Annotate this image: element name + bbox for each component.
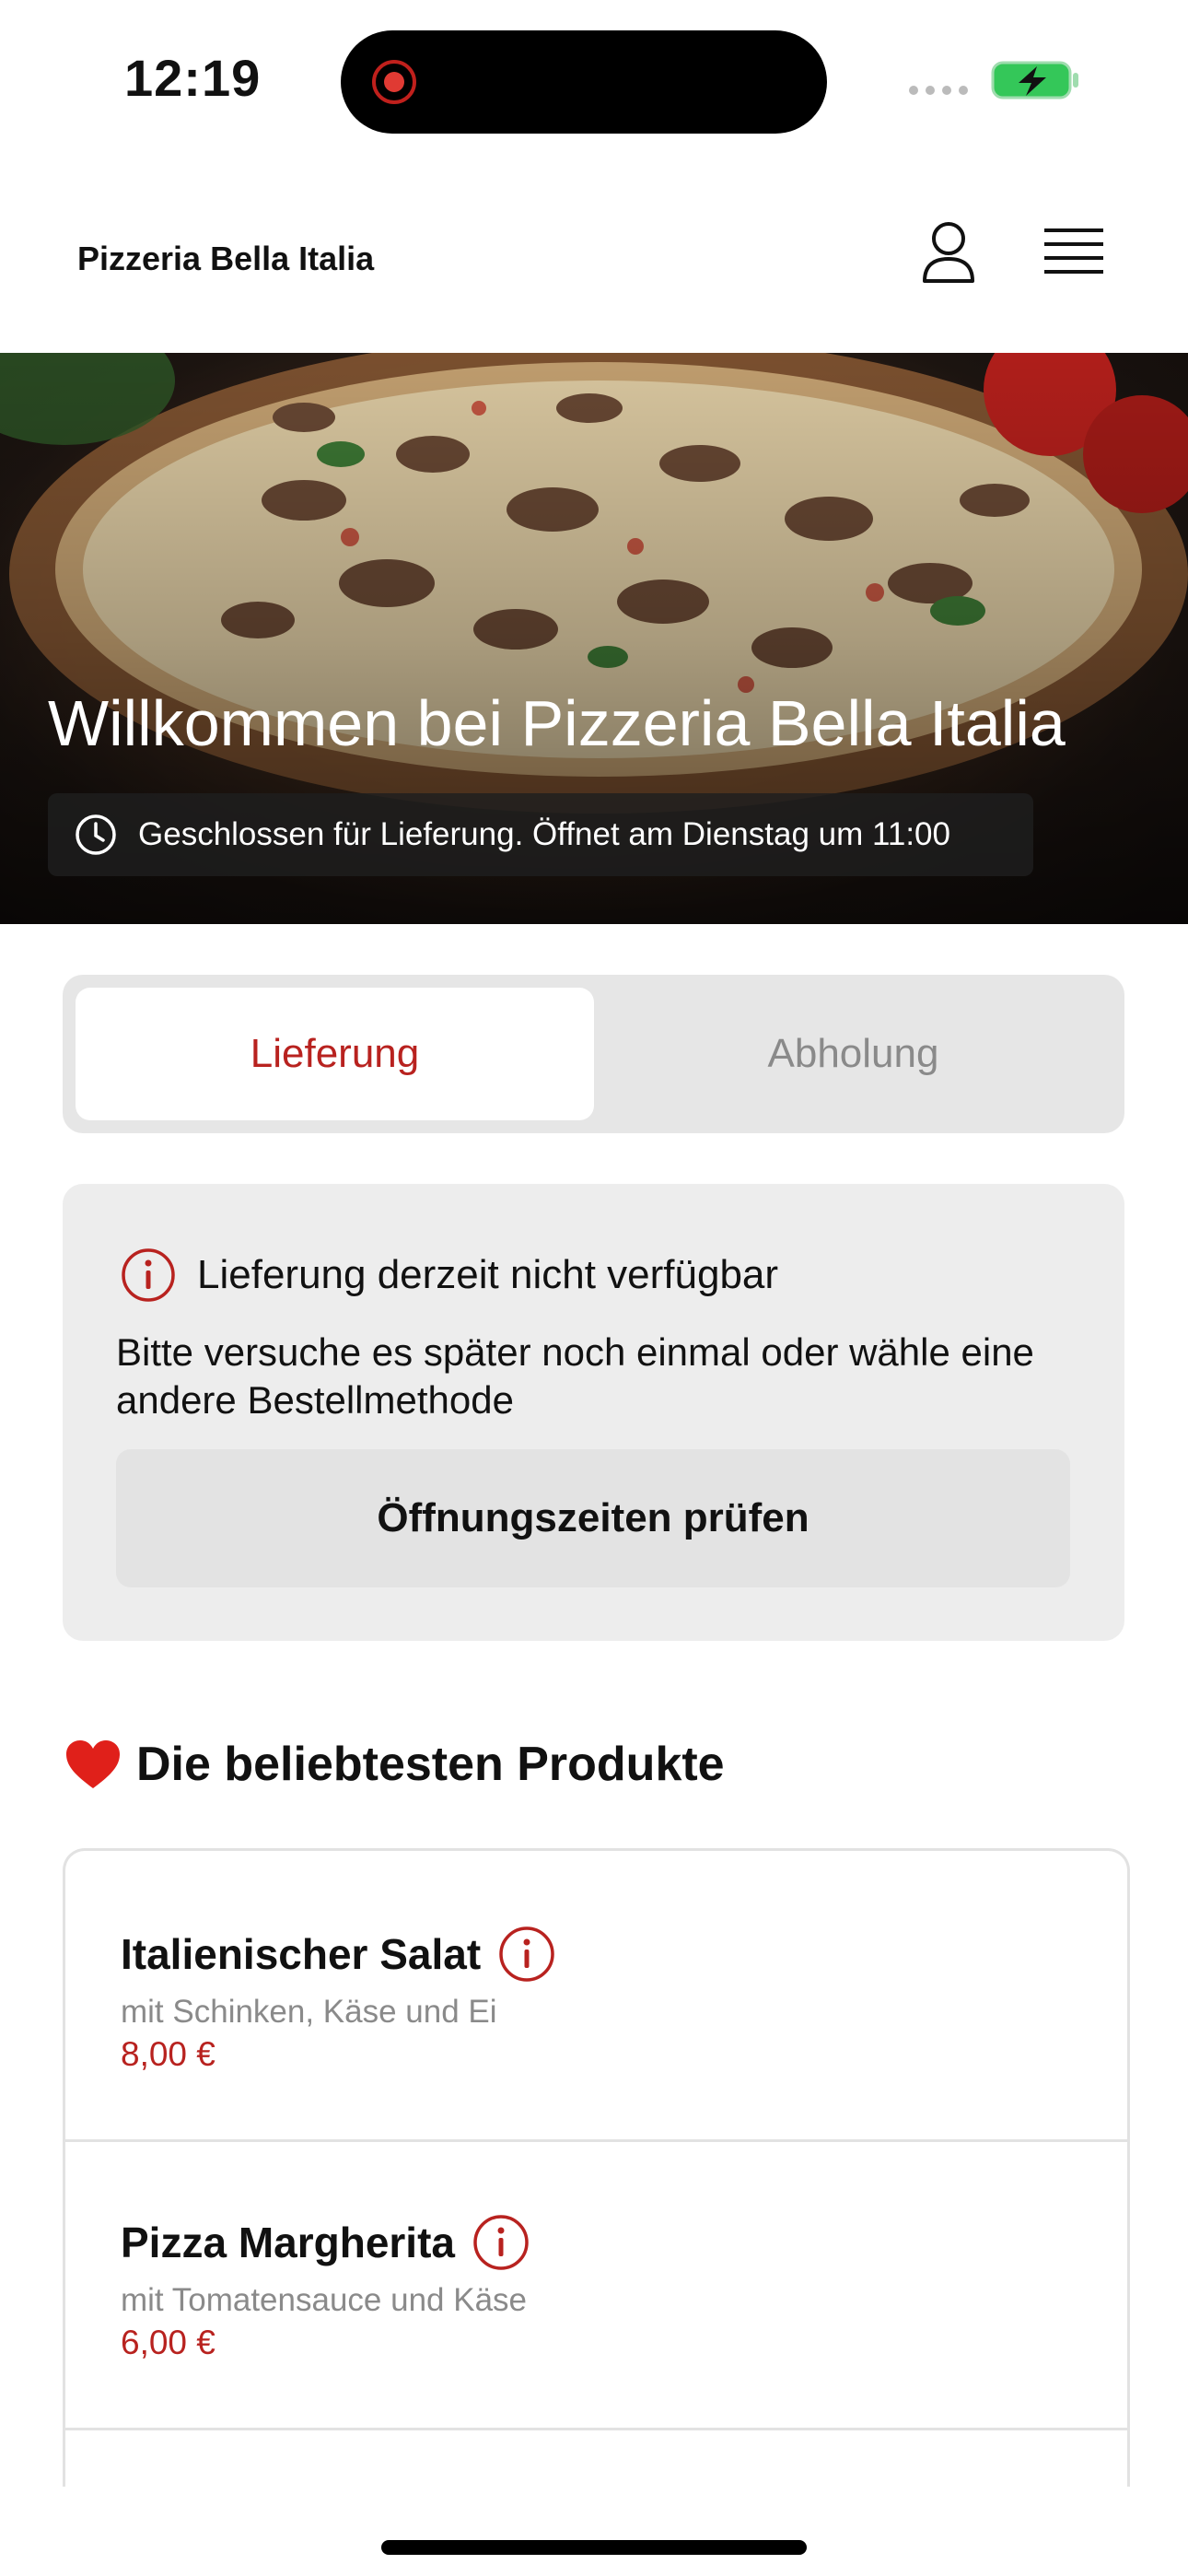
opening-status-text: Geschlossen für Lieferung. Öffnet am Die… — [138, 816, 950, 852]
info-icon[interactable] — [497, 1925, 556, 1984]
heart-icon — [66, 1740, 120, 1788]
product-name-row: Italienischer Salat — [121, 1925, 556, 1984]
product-name: Italienischer Salat — [121, 1930, 482, 1978]
status-time: 12:19 — [124, 49, 262, 107]
product-price: 8,00 € — [121, 2035, 215, 2073]
brand-name[interactable]: Pizzeria Bella Italia — [77, 240, 374, 278]
delivery-unavailable-card: Lieferung derzeit nicht verfügbar Bitte … — [63, 1184, 1124, 1641]
app-header: Pizzeria Bella Italia — [0, 157, 1188, 353]
product-description: mit Schinken, Käse und Ei — [121, 1994, 497, 2030]
product-price: 6,00 € — [121, 2324, 215, 2361]
tab-abholung[interactable]: Abholung — [594, 988, 1112, 1120]
check-opening-hours-button[interactable]: Öffnungszeiten prüfen — [116, 1449, 1070, 1587]
signal-icon — [909, 86, 968, 95]
menu-button[interactable] — [1039, 221, 1109, 282]
user-icon — [923, 222, 974, 283]
info-icon[interactable] — [472, 2213, 530, 2272]
menu-icon — [1044, 228, 1103, 274]
popular-product-list: Italienischer Salat mit Schinken, Käse u… — [63, 1848, 1130, 2487]
notice-header: Lieferung derzeit nicht verfügbar — [120, 1247, 778, 1304]
info-icon — [122, 1248, 175, 1302]
opening-status-banner: Geschlossen für Lieferung. Öffnet am Die… — [48, 793, 1033, 876]
status-bar: 12:19 — [0, 0, 1188, 157]
home-indicator[interactable] — [381, 2540, 807, 2555]
product-name-row: Pizza Margherita — [121, 2213, 530, 2272]
hero-banner: Willkommen bei Pizzeria Bella Italia Ges… — [0, 353, 1188, 924]
popular-title: Die beliebtesten Produkte — [136, 1738, 725, 1791]
clock-icon — [76, 814, 116, 855]
account-button[interactable] — [912, 214, 985, 291]
notice-title: Lieferung derzeit nicht verfügbar — [197, 1252, 779, 1297]
popular-section-header: Die beliebtesten Produkte — [64, 1737, 725, 1792]
product-description: mit Tomatensauce und Käse — [121, 2282, 528, 2318]
welcome-title: Willkommen bei Pizzeria Bella Italia — [48, 687, 1066, 759]
product-name: Pizza Margherita — [121, 2219, 455, 2266]
record-icon — [372, 60, 416, 104]
product-item[interactable]: Italienischer Salat mit Schinken, Käse u… — [65, 1851, 1127, 2142]
product-item[interactable]: Pizza Margherita mit Tomatensauce und Kä… — [65, 2139, 1127, 2430]
order-mode-switch: Lieferung Abholung — [63, 975, 1124, 1133]
notice-body: Bitte versuche es später noch einmal ode… — [116, 1330, 1034, 1422]
tab-lieferung[interactable]: Lieferung — [76, 988, 594, 1120]
dynamic-island — [341, 30, 827, 134]
battery-charging-icon — [991, 61, 1078, 100]
